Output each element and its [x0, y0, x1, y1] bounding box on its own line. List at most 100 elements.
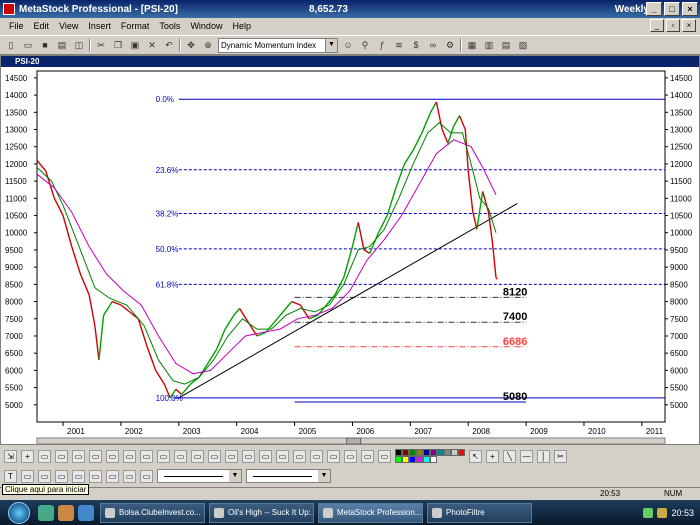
formula-icon[interactable]: ƒ [375, 38, 389, 52]
tool-b-2[interactable]: ▭ [21, 469, 34, 483]
menu-view[interactable]: View [54, 21, 83, 31]
tool-icon-8[interactable]: ▭ [123, 449, 136, 463]
menu-file[interactable]: File [4, 21, 29, 31]
menu-help[interactable]: Help [227, 21, 256, 31]
task-bolsa[interactable]: Bolsa.ClubeInvest.co... [100, 502, 205, 523]
tool-icon-13[interactable]: ▭ [208, 449, 221, 463]
explorer-icon[interactable]: ⚲ [358, 38, 372, 52]
tool-icon-3[interactable]: ▭ [38, 449, 51, 463]
tool-b-4[interactable]: ▭ [55, 469, 68, 483]
indicator-combo-value: Dynamic Momentum Index [221, 40, 317, 50]
quicklaunch-icon-3[interactable] [78, 504, 94, 521]
cursor-icon[interactable]: ⇲ [4, 449, 17, 463]
tool-icon-10[interactable]: ▭ [157, 449, 170, 463]
print-preview-icon[interactable]: ◫ [72, 38, 86, 52]
line-style-combo[interactable]: ▼ [157, 469, 242, 483]
quicklaunch-icon-1[interactable] [38, 504, 54, 521]
dollar-icon[interactable]: $ [409, 38, 423, 52]
tool-icon-9[interactable]: ▭ [140, 449, 153, 463]
chevron-down-icon[interactable]: ▼ [325, 38, 337, 52]
zoom-icon[interactable]: ⊕ [201, 38, 215, 52]
menu-tools[interactable]: Tools [154, 21, 185, 31]
app-icon[interactable] [3, 3, 15, 15]
save-icon[interactable]: ■ [38, 38, 52, 52]
task-oils-high[interactable]: Oil's High -- Suck It Up:... [209, 502, 314, 523]
scissors-icon[interactable]: ✂ [554, 449, 567, 463]
layout-2-icon[interactable]: ▥ [482, 38, 496, 52]
tool-b-9[interactable]: ▭ [140, 469, 153, 483]
new-file-icon[interactable]: ▯ [4, 38, 18, 52]
tool-icon-19[interactable]: ▭ [310, 449, 323, 463]
tray-volume-icon[interactable] [657, 507, 668, 518]
indicator-builder-icon[interactable]: ≋ [392, 38, 406, 52]
layout-1-icon[interactable]: ▦ [465, 38, 479, 52]
minimize-icon[interactable]: _ [646, 2, 662, 16]
tool-b-7[interactable]: ▭ [106, 469, 119, 483]
tray-network-icon[interactable] [643, 507, 654, 518]
vertical-line-icon[interactable]: │ [537, 449, 550, 463]
cut-icon[interactable]: ✂ [94, 38, 108, 52]
tool-icon-17[interactable]: ▭ [276, 449, 289, 463]
line-weight-combo[interactable]: ▼ [246, 469, 331, 483]
tool-icon-14[interactable]: ▭ [225, 449, 238, 463]
tool-icon-11[interactable]: ▭ [174, 449, 187, 463]
tool-icon-20[interactable]: ▭ [327, 449, 340, 463]
tool-b-5[interactable]: ▭ [72, 469, 85, 483]
crosshair-icon[interactable]: + [21, 449, 34, 463]
y-tick-label-right: 6500 [670, 349, 688, 358]
child-minimize-icon[interactable]: _ [650, 19, 664, 32]
copy-icon[interactable]: ❐ [111, 38, 125, 52]
tool-icon-23[interactable]: ▭ [378, 449, 391, 463]
menu-window[interactable]: Window [185, 21, 227, 31]
tool-b-8[interactable]: ▭ [123, 469, 136, 483]
menu-format[interactable]: Format [116, 21, 155, 31]
tool-b-3[interactable]: ▭ [38, 469, 51, 483]
quicklaunch-icon-2[interactable] [58, 504, 74, 521]
tool-icon-6[interactable]: ▭ [89, 449, 102, 463]
x-tick-label: 2002 [125, 427, 143, 436]
chevron-down-icon[interactable]: ▼ [229, 470, 241, 482]
task-photofiltre[interactable]: PhotoFiltre [427, 502, 532, 523]
binoculars-icon[interactable]: ∞ [426, 38, 440, 52]
child-close-icon[interactable]: × [682, 19, 696, 32]
x-tick-label: 2007 [414, 427, 432, 436]
child-restore-icon[interactable]: ▫ [666, 19, 680, 32]
paste-icon[interactable]: ▣ [128, 38, 142, 52]
maximize-icon[interactable]: □ [664, 2, 680, 16]
trendline-tool-icon[interactable]: ╲ [503, 449, 516, 463]
text-tool-icon[interactable]: T [4, 469, 17, 483]
close-icon[interactable]: × [682, 2, 698, 16]
tool-icon-18[interactable]: ▭ [293, 449, 306, 463]
layout-4-icon[interactable]: ▧ [516, 38, 530, 52]
horizontal-line-icon[interactable]: — [520, 449, 533, 463]
tool-icon-22[interactable]: ▭ [361, 449, 374, 463]
start-button[interactable] [8, 501, 30, 524]
y-tick-label-right: 5500 [670, 384, 688, 393]
expert-icon[interactable]: ☺ [341, 38, 355, 52]
undo-icon[interactable]: ↶ [162, 38, 176, 52]
price-chart[interactable]: 5000 5000 5500 5500 6000 6000 6500 6500 7000 7000… [1, 67, 699, 444]
delete-icon[interactable]: ✕ [145, 38, 159, 52]
move-icon[interactable]: ✥ [184, 38, 198, 52]
indicator-combo[interactable]: Dynamic Momentum Index ▼ [218, 37, 338, 53]
chevron-down-icon[interactable]: ▼ [318, 470, 330, 482]
menu-insert[interactable]: Insert [83, 21, 116, 31]
menu-edit[interactable]: Edit [29, 21, 55, 31]
print-icon[interactable]: ▤ [55, 38, 69, 52]
select-arrow-icon[interactable]: ↖ [469, 449, 482, 463]
color-palette[interactable] [395, 449, 465, 463]
cross-tool-icon[interactable]: + [486, 449, 499, 463]
system-tester-icon[interactable]: ⚙ [443, 38, 457, 52]
open-folder-icon[interactable]: ▭ [21, 38, 35, 52]
tool-icon-12[interactable]: ▭ [191, 449, 204, 463]
tool-icon-16[interactable]: ▭ [259, 449, 272, 463]
tool-icon-4[interactable]: ▭ [55, 449, 68, 463]
tool-icon-21[interactable]: ▭ [344, 449, 357, 463]
task-metastock[interactable]: MetaStock Profession... [318, 502, 423, 523]
tool-icon-5[interactable]: ▭ [72, 449, 85, 463]
tool-b-6[interactable]: ▭ [89, 469, 102, 483]
tool-icon-7[interactable]: ▭ [106, 449, 119, 463]
drawing-toolbar-1: ⇲ + ▭ ▭ ▭ ▭ ▭ ▭ ▭ ▭ ▭ ▭ ▭ ▭ ▭ ▭ ▭ ▭ ▭ ▭ … [0, 446, 700, 466]
layout-3-icon[interactable]: ▤ [499, 38, 513, 52]
tool-icon-15[interactable]: ▭ [242, 449, 255, 463]
